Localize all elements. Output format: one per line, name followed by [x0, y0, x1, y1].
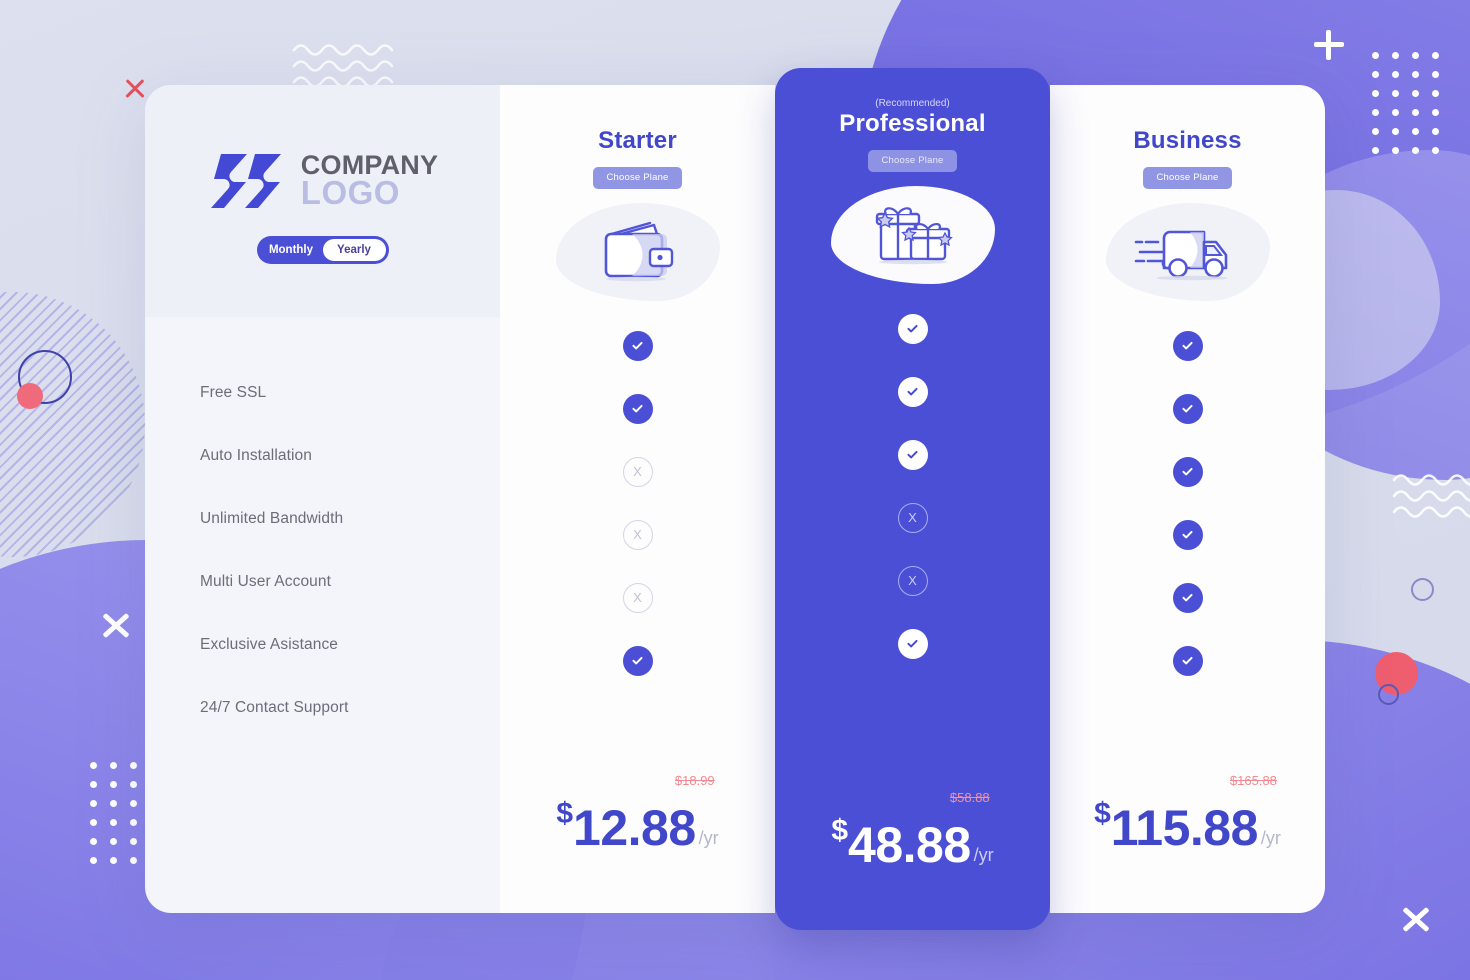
old-price: $18.99	[674, 773, 715, 788]
toggle-option-monthly[interactable]: Monthly	[260, 239, 323, 261]
feature-label: Auto Installation	[200, 446, 312, 464]
feature-mark-row: X	[622, 503, 653, 566]
cross-icon: X	[622, 519, 653, 550]
feature-mark-row	[1172, 440, 1203, 503]
cross-icon: X	[897, 502, 928, 533]
delivery-truck-icon	[1134, 230, 1228, 281]
currency-symbol: $	[556, 797, 574, 830]
currency-symbol: $	[1094, 797, 1111, 830]
pink-dot-left	[17, 383, 43, 409]
cross-icon: X	[622, 582, 653, 613]
plan-feature-marks-professional: X X	[897, 297, 928, 675]
plan-price-business: $165.88 $ 115.88 /yr	[1050, 773, 1325, 856]
price-amount: 12.88	[573, 800, 696, 856]
feature-mark-row	[622, 629, 653, 692]
dot-grid-bottom-left	[90, 762, 150, 876]
plan-feature-marks-business	[1172, 314, 1203, 692]
recommended-badge: (Recommended)	[875, 98, 950, 109]
choose-plan-button-professional[interactable]: Choose Plane	[868, 150, 957, 172]
plan-illustration-wallet	[555, 203, 720, 301]
ring-outline-right-upper	[1411, 578, 1434, 601]
price-amount: 115.88	[1110, 800, 1259, 856]
feature-mark-row	[1172, 566, 1203, 629]
price-period: /yr	[698, 828, 719, 848]
choose-plan-button-starter[interactable]: Choose Plane	[593, 167, 682, 189]
plan-title: Professional	[839, 110, 986, 137]
feature-mark-row	[897, 297, 928, 360]
check-icon	[622, 393, 653, 424]
plan-price-professional: $58.88 $ 48.88 /yr	[775, 790, 1050, 873]
plan-column-business: Business Choose Plane $165.88 $ 115.88 /…	[1050, 85, 1325, 913]
brand-header: COMPANY LOGO Monthly Yearly	[145, 85, 500, 317]
check-icon	[622, 330, 653, 361]
feature-mark-row	[622, 314, 653, 377]
feature-mark-row	[622, 377, 653, 440]
feature-mark-row	[1172, 377, 1203, 440]
logo-wordmark: COMPANY LOGO	[300, 152, 438, 212]
gift-boxes-icon	[875, 207, 953, 265]
feature-mark-row	[1172, 503, 1203, 566]
logo-secondary-text: LOGO	[300, 174, 400, 212]
plan-column-professional: (Recommended) Professional Choose Plane	[775, 68, 1050, 930]
check-icon	[1172, 330, 1203, 361]
info-panel: COMPANY LOGO Monthly Yearly Free SSL Aut…	[145, 85, 500, 913]
cross-icon: X	[622, 456, 653, 487]
feature-mark-row	[897, 360, 928, 423]
feature-mark-row: X	[622, 440, 653, 503]
plan-price-starter: $18.99 $ 12.88 /yr	[500, 773, 775, 856]
feature-list: Free SSL Auto Installation Unlimited Ban…	[145, 317, 500, 739]
plan-feature-marks-starter: X X X	[622, 314, 653, 692]
check-icon	[897, 313, 928, 344]
logo: COMPANY LOGO	[207, 152, 438, 210]
feature-mark-row	[897, 423, 928, 486]
billing-period-toggle[interactable]: Monthly Yearly	[256, 236, 389, 264]
feature-label: Free SSL	[200, 383, 267, 401]
x-mark-white-bottom-right	[1398, 902, 1434, 938]
check-icon	[1172, 582, 1203, 613]
feature-label: Unlimited Bandwidth	[200, 509, 344, 527]
dot-grid-top-right	[1372, 52, 1452, 166]
check-icon	[897, 376, 928, 407]
x-mark-white-left	[98, 608, 134, 644]
feature-label: Exclusive Asistance	[200, 635, 339, 653]
check-icon	[1172, 519, 1203, 550]
price-amount: 48.88	[848, 817, 971, 873]
check-icon	[897, 439, 928, 470]
price-period: /yr	[973, 845, 994, 865]
pricing-panels: COMPANY LOGO Monthly Yearly Free SSL Aut…	[145, 68, 1325, 930]
plan-column-starter: Starter Choose Plane X X X $18.99 $ 12.8…	[500, 85, 775, 913]
feature-label: 24/7 Contact Support	[200, 698, 349, 716]
double-chevron-logo-icon	[210, 154, 281, 208]
ring-outline-right-lower	[1378, 684, 1399, 705]
feature-mark-row	[897, 612, 928, 675]
plan-illustration-gifts	[830, 186, 995, 284]
old-price: $58.88	[949, 790, 990, 805]
check-icon	[897, 628, 928, 659]
cross-icon: X	[897, 565, 928, 596]
feature-label: Multi User Account	[200, 572, 332, 590]
check-icon	[1172, 393, 1203, 424]
plus-mark-top-right	[1312, 28, 1346, 62]
toggle-option-yearly[interactable]: Yearly	[322, 239, 386, 261]
pricing-table: COMPANY LOGO Monthly Yearly Free SSL Aut…	[145, 68, 1325, 930]
check-icon	[1172, 645, 1203, 676]
plan-title: Business	[1133, 127, 1242, 154]
check-icon	[622, 645, 653, 676]
wave-lines-right	[1392, 468, 1470, 524]
feature-mark-row	[1172, 629, 1203, 692]
plan-title: Starter	[598, 127, 677, 154]
feature-mark-row: X	[897, 549, 928, 612]
check-icon	[1172, 456, 1203, 487]
old-price: $165.88	[1229, 773, 1277, 788]
currency-symbol: $	[831, 814, 849, 847]
wallet-icon	[604, 221, 673, 282]
price-period: /yr	[1260, 828, 1281, 848]
feature-mark-row: X	[897, 486, 928, 549]
feature-mark-row: X	[622, 566, 653, 629]
feature-mark-row	[1172, 314, 1203, 377]
plan-illustration-truck	[1105, 203, 1270, 301]
choose-plan-button-business[interactable]: Choose Plane	[1143, 167, 1232, 189]
